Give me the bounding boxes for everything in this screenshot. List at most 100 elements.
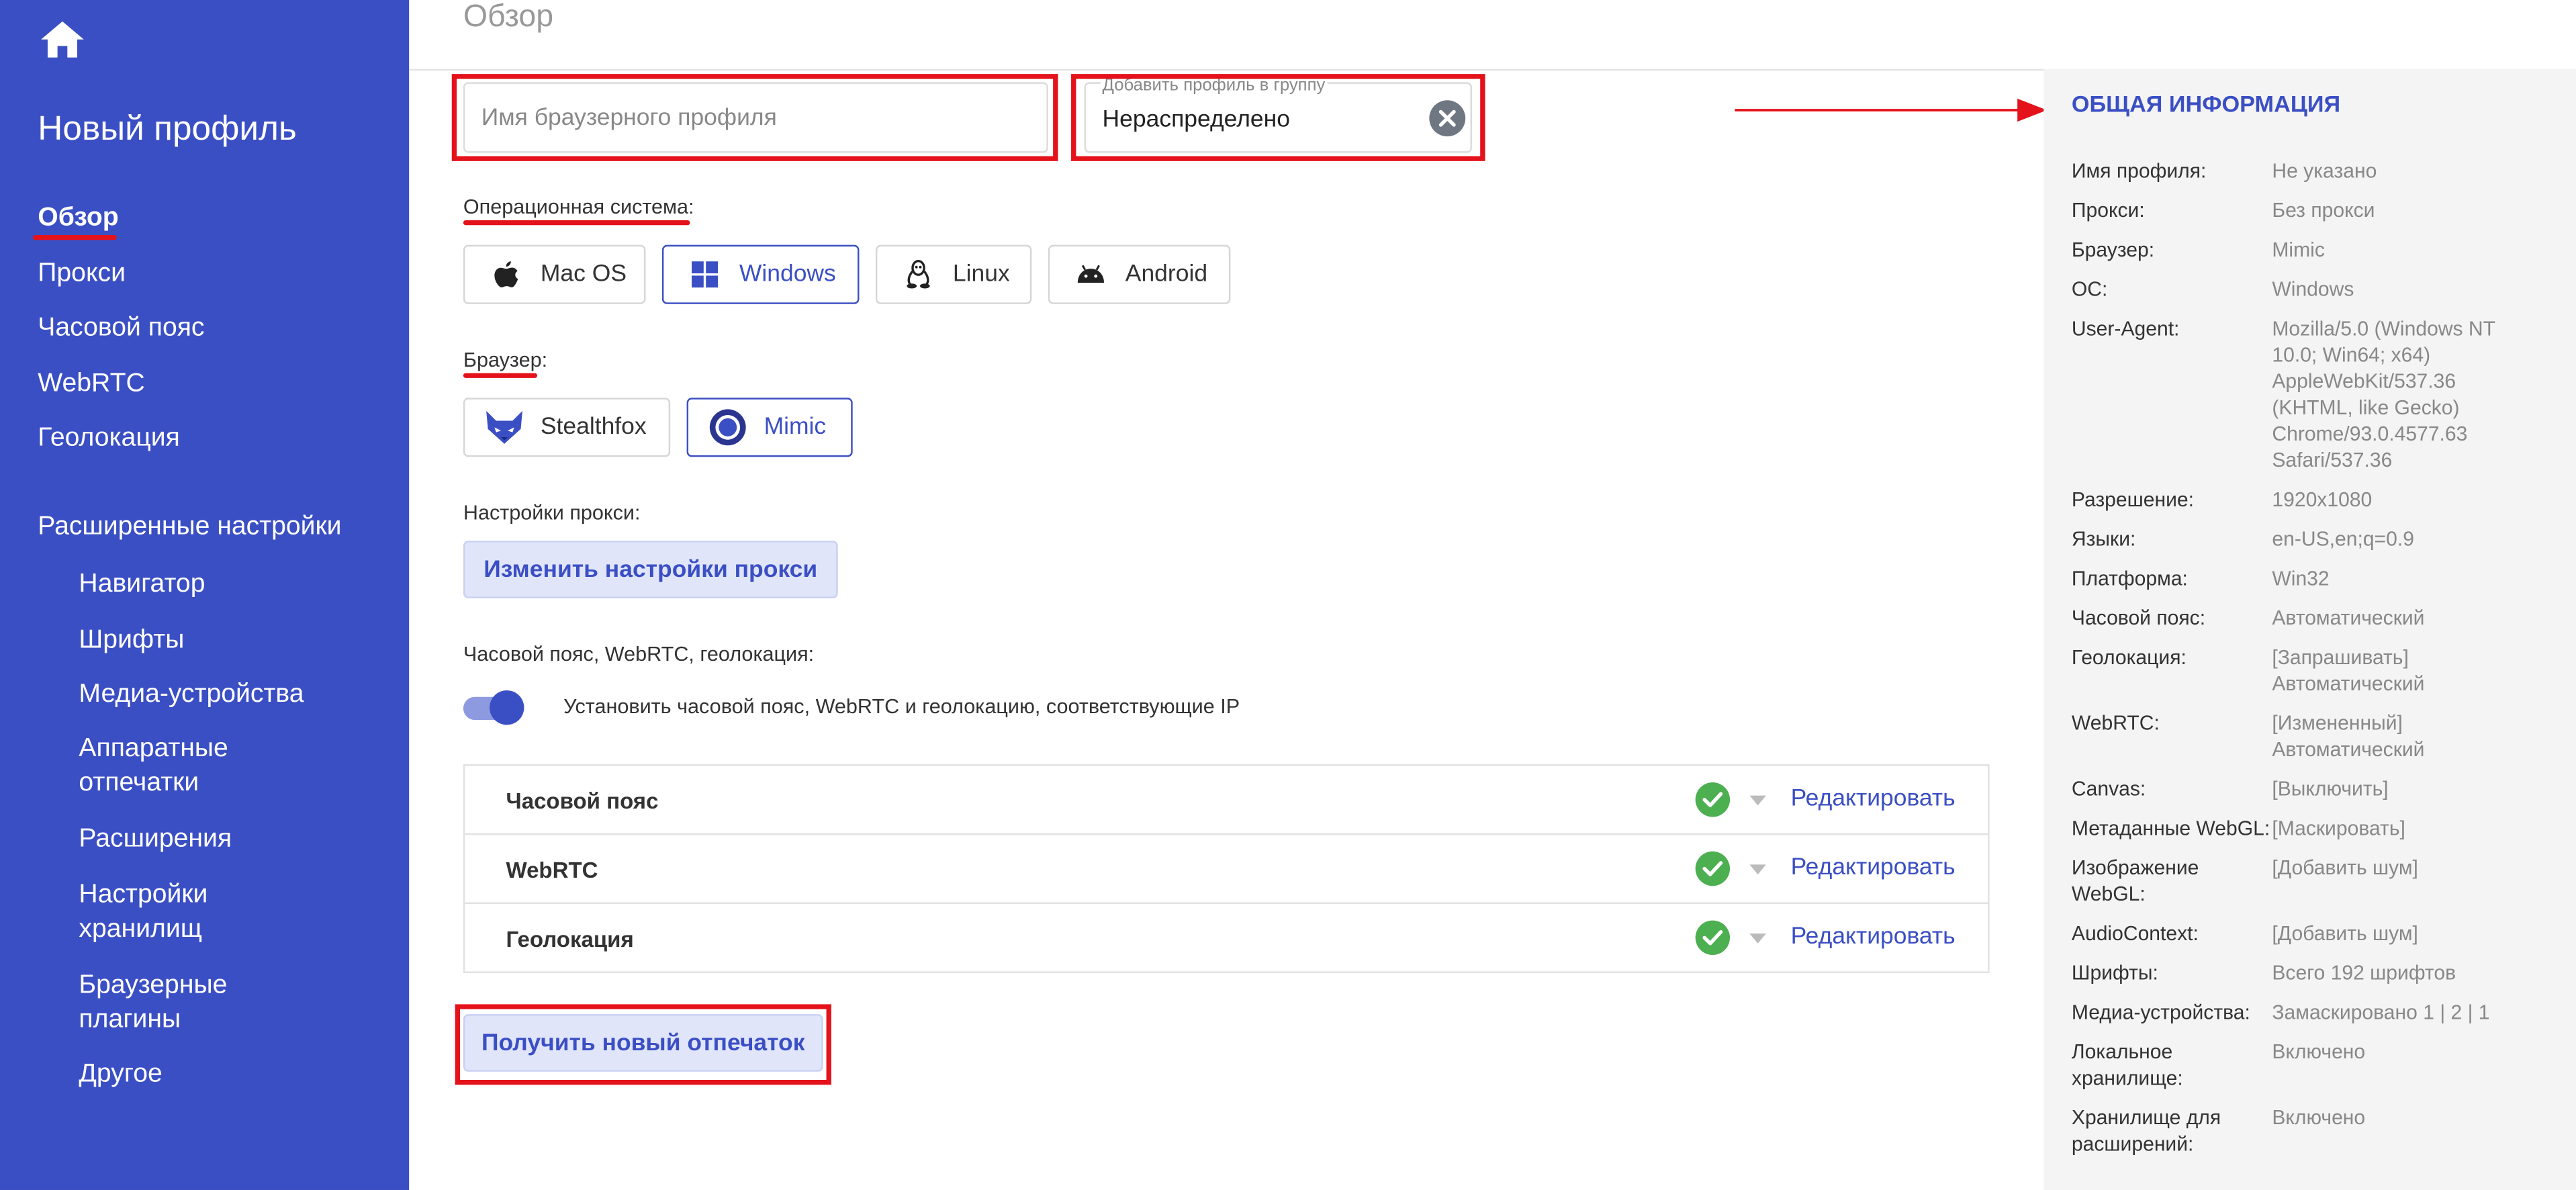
timezone-settings-table: Часовой пояс Редактировать WebRTC Редакт… <box>463 764 1990 973</box>
os-option-label: Linux <box>952 261 1010 288</box>
linux-icon <box>904 259 933 289</box>
sidebar-item-storage[interactable]: Настройки хранилищ <box>79 878 276 947</box>
os-option-linux[interactable]: Linux <box>875 244 1032 304</box>
row-label: WebRTC <box>506 858 598 883</box>
info-key: WebRTC: <box>2071 711 2160 735</box>
info-row: Геолокация: [Запрашивать] Автоматический <box>2072 644 2548 696</box>
sidebar-item-hardware[interactable]: Аппаратные отпечатки <box>79 731 308 800</box>
info-value: Не указано <box>2272 159 2377 183</box>
table-row: Часовой пояс Редактировать <box>465 766 1988 835</box>
sidebar-item-other[interactable]: Другое <box>79 1057 162 1091</box>
info-row: Локальное хранилище: Включено <box>2072 1039 2548 1091</box>
highlight-box-fingerprint <box>455 1004 831 1085</box>
sidebar-item-media-devices[interactable]: Медиа-устройства <box>79 677 304 711</box>
sidebar-item-webrtc[interactable]: WebRTC <box>38 370 145 400</box>
mimic-icon <box>708 408 747 447</box>
sidebar-item-plugins[interactable]: Браузерные плагины <box>79 968 276 1038</box>
info-row: User-Agent: Mozilla/5.0 (Windows NT 10.0;… <box>2072 316 2548 473</box>
info-value: [Выключить] <box>2272 777 2389 800</box>
info-key: AudioContext: <box>2071 922 2199 946</box>
sidebar-item-geolocation[interactable]: Геолокация <box>38 424 180 453</box>
sidebar-item-proxy[interactable]: Прокси <box>38 260 126 289</box>
info-value: [Запрашивать] Автоматический <box>2272 645 2425 696</box>
edit-timezone-link[interactable]: Редактировать <box>1791 786 1956 812</box>
info-key: Медиа-устройства: <box>2071 1001 2250 1024</box>
info-row: Метаданные WebGL: [Маскировать] <box>2072 815 2548 841</box>
os-option-android[interactable]: Android <box>1048 244 1231 304</box>
edit-webrtc-link[interactable]: Редактировать <box>1791 855 1956 881</box>
auto-timezone-toggle[interactable] <box>463 690 526 725</box>
stealthfox-icon <box>485 408 524 447</box>
info-value: Win32 <box>2272 567 2330 590</box>
browser-option-label: Mimic <box>764 414 827 441</box>
info-row: ОС: Windows <box>2072 276 2548 302</box>
sidebar-item-overview[interactable]: Обзор <box>38 203 118 233</box>
info-key: Имя профиля: <box>2071 159 2207 183</box>
info-value: [Измененный] Автоматический <box>2272 711 2425 762</box>
sidebar-item-extensions[interactable]: Расширения <box>79 822 232 856</box>
os-option-label: Android <box>1125 261 1208 288</box>
info-row: Платформа: Win32 <box>2072 565 2548 592</box>
os-label: Операционная система: <box>463 195 694 219</box>
info-row: Имя профиля: Не указано <box>2072 158 2548 184</box>
info-key: Браузер: <box>2071 238 2155 262</box>
info-key: Метаданные WebGL: <box>2071 817 2270 840</box>
info-row: Изображение WebGL: [Добавить шум] <box>2072 855 2548 907</box>
edit-geolocation-link[interactable]: Редактировать <box>1791 923 1956 950</box>
browser-option-stealthfox[interactable]: Stealthfox <box>463 398 671 457</box>
highlight-box-name <box>451 74 1058 161</box>
browser-label: Браузер: <box>463 348 548 372</box>
info-row: Прокси: Без прокси <box>2072 197 2548 224</box>
windows-icon <box>690 260 719 289</box>
info-value: [Маскировать] <box>2272 817 2405 840</box>
info-row: WebRTC: [Измененный] Автоматический <box>2072 710 2548 762</box>
info-value: Windows <box>2272 277 2354 301</box>
os-option-label: Mac OS <box>540 261 627 288</box>
info-value: Автоматический <box>2272 606 2425 630</box>
chevron-down-icon[interactable] <box>1749 933 1766 944</box>
info-key: Canvas: <box>2071 777 2146 800</box>
info-list: Имя профиля: Не указано Прокси: Без прокси Б… <box>2072 158 2548 1171</box>
info-row: Canvas: [Выключить] <box>2072 776 2548 802</box>
info-value: [Добавить шум] <box>2272 922 2418 946</box>
toggle-description: Установить часовой пояс, WebRTC и геолок… <box>563 695 1240 719</box>
info-row: Часовой пояс: Автоматический <box>2072 605 2548 631</box>
info-key: Языки: <box>2071 527 2136 551</box>
sidebar-title: Новый профиль <box>38 109 297 148</box>
sidebar-item-advanced[interactable]: Расширенные настройки <box>38 513 341 543</box>
info-value: Mimic <box>2272 238 2325 262</box>
info-row: Разрешение: 1920x1080 <box>2072 486 2548 512</box>
info-row: AudioContext: [Добавить шум] <box>2072 921 2548 947</box>
change-proxy-button[interactable]: Изменить настройки прокси <box>463 541 838 598</box>
info-value: Mozilla/5.0 (Windows NT 10.0; Win64; x64… <box>2272 317 2495 472</box>
info-key: Хранилище для расширений: <box>2071 1106 2221 1156</box>
sidebar: Новый профиль Обзор Прокси Часовой пояс … <box>0 0 410 1190</box>
table-row: WebRTC Редактировать <box>465 835 1988 905</box>
info-value: Включено <box>2272 1106 2366 1130</box>
check-icon <box>1695 920 1731 955</box>
active-item-underline <box>32 234 117 240</box>
sidebar-item-timezone[interactable]: Часовой пояс <box>38 314 204 343</box>
toggle-knob <box>490 690 524 725</box>
sidebar-item-fonts[interactable]: Шрифты <box>79 623 184 657</box>
os-option-windows[interactable]: Windows <box>661 244 860 304</box>
info-panel-title: ОБЩАЯ ИНФОРМАЦИЯ <box>2071 90 2341 117</box>
info-row: Медиа-устройства: Замаскировано 1 | 2 | 1 <box>2072 999 2548 1025</box>
chevron-down-icon[interactable] <box>1749 795 1766 806</box>
proxy-label: Настройки прокси: <box>463 501 641 524</box>
sidebar-item-navigator[interactable]: Навигатор <box>79 567 205 601</box>
apple-icon <box>491 260 520 289</box>
info-key: Локальное хранилище: <box>2071 1040 2183 1090</box>
info-value: Всего 192 шрифтов <box>2272 961 2456 985</box>
home-icon[interactable] <box>40 19 85 59</box>
row-label: Часовой пояс <box>506 788 659 814</box>
browser-option-mimic[interactable]: Mimic <box>686 398 853 457</box>
info-value: [Добавить шум] <box>2272 856 2418 880</box>
info-key: Изображение WebGL: <box>2071 856 2199 906</box>
os-option-macos[interactable]: Mac OS <box>463 244 646 304</box>
check-icon <box>1695 851 1731 886</box>
table-row: Геолокация Редактировать <box>465 904 1988 973</box>
chevron-down-icon[interactable] <box>1749 864 1766 875</box>
info-row: Хранилище для расширений: Включено <box>2072 1105 2548 1157</box>
highlight-box-group <box>1071 74 1485 161</box>
